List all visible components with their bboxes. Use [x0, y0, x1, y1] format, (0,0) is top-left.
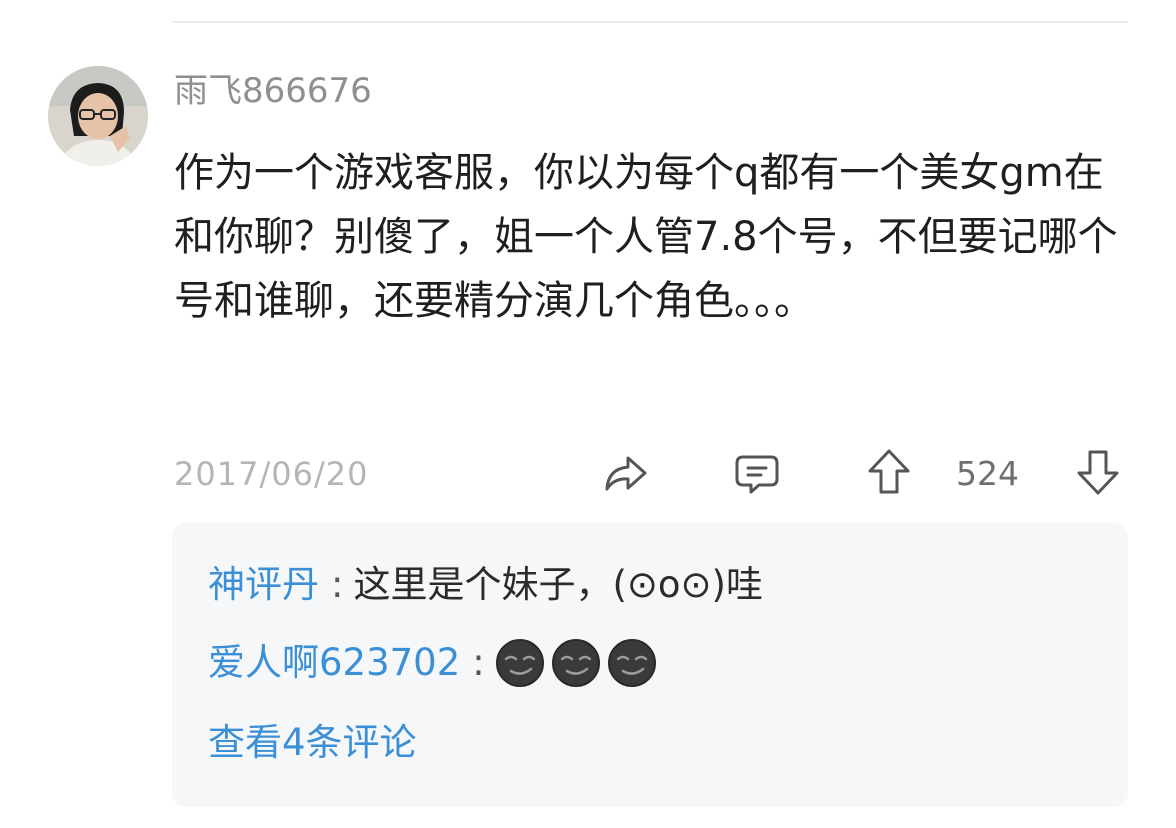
- comment-icon: [735, 455, 779, 494]
- smirking-new-moon-emoji: [551, 638, 601, 688]
- username[interactable]: 雨飞866676: [174, 67, 372, 115]
- share-button[interactable]: [600, 450, 652, 498]
- reply-preview-box: 神评丹 : 这里是个妹子，(⊙o⊙)哇 爱人啊623702 : 查看4条评论: [172, 523, 1128, 807]
- reply-separator: :: [472, 641, 485, 684]
- reply-text: 这里是个妹子，(⊙o⊙)哇: [353, 563, 763, 606]
- reply-separator: :: [331, 563, 344, 606]
- upvote-button[interactable]: [864, 446, 914, 498]
- post-date: 2017/06/20: [174, 455, 369, 493]
- share-icon: [605, 456, 647, 491]
- avatar[interactable]: [48, 66, 148, 166]
- reply-username[interactable]: 爱人啊623702: [208, 637, 460, 689]
- vote-count: 524: [956, 454, 1019, 493]
- comment-button[interactable]: [731, 450, 783, 498]
- post-content: 作为一个游戏客服，你以为每个q都有一个美女gm在和你聊？别傻了，姐一个人管7.8…: [174, 150, 1118, 324]
- avatar-photo: [48, 66, 148, 166]
- reply-item[interactable]: 神评丹 : 这里是个妹子，(⊙o⊙)哇: [208, 559, 763, 611]
- view-all-comments-link[interactable]: 查看4条评论: [208, 717, 417, 769]
- reply-item[interactable]: 爱人啊623702 :: [208, 637, 663, 689]
- reply-username[interactable]: 神评丹: [208, 559, 319, 611]
- downvote-button[interactable]: [1073, 446, 1123, 498]
- smirking-new-moon-emoji: [607, 638, 657, 688]
- smirking-new-moon-emoji: [495, 638, 545, 688]
- thumb-down-arrow-icon: [1077, 450, 1119, 495]
- top-divider: [172, 21, 1128, 23]
- thumb-up-arrow-icon: [868, 449, 910, 494]
